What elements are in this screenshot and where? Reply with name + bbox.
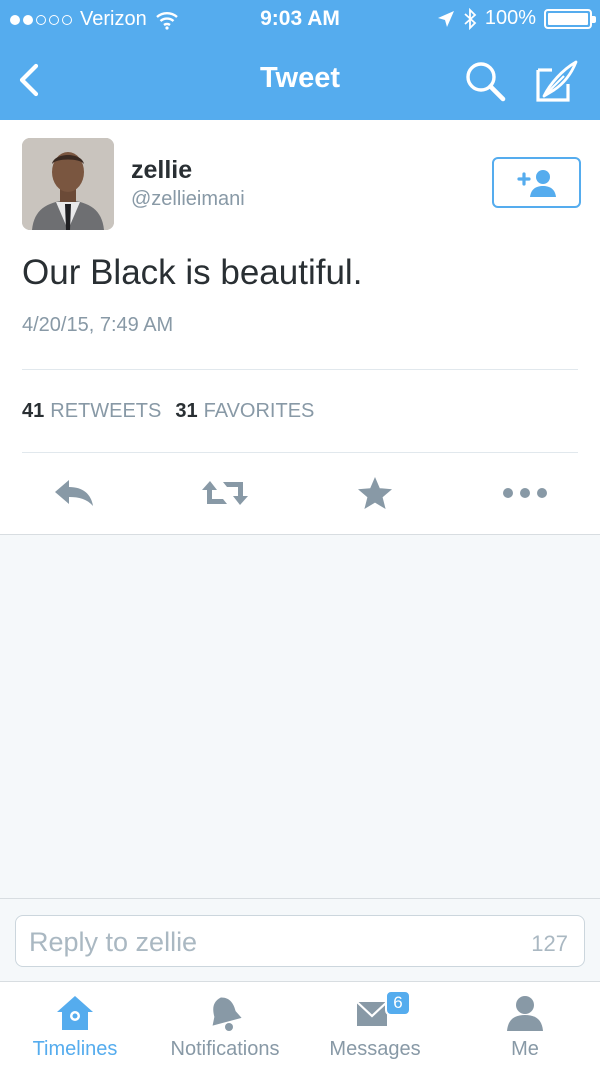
retweets-label: RETWEETS [50, 400, 162, 422]
favorites-count: 31 [175, 400, 198, 422]
divider [22, 452, 578, 453]
reply-placeholder: Reply to zellie [29, 927, 198, 957]
tweet-stats: 41 RETWEETS 31 FAVORITES [22, 400, 314, 423]
tab-bar: Timelines Notifications 6 Messages Me [0, 981, 600, 1065]
battery-icon [544, 8, 596, 29]
bluetooth-icon [464, 7, 477, 30]
divider [22, 369, 578, 370]
tweet-actions [0, 470, 600, 516]
location-arrow-icon [437, 10, 454, 27]
more-button[interactable] [500, 470, 550, 516]
tweet-text: Our Black is beautiful. [22, 253, 363, 292]
favorite-icon [358, 477, 392, 509]
page-title: Tweet [259, 62, 341, 94]
tab-label: Me [511, 1038, 539, 1060]
battery-percent: 100% [484, 7, 536, 29]
more-icon [503, 488, 547, 498]
favorites-stat[interactable]: 31 FAVORITES [175, 400, 314, 423]
tab-notifications[interactable]: Notifications [150, 982, 300, 1065]
retweets-stat[interactable]: 41 RETWEETS [22, 400, 161, 423]
compose-icon[interactable] [530, 56, 580, 106]
retweet-icon [202, 481, 248, 505]
author-name[interactable]: zellie [131, 156, 192, 185]
person-icon [507, 996, 543, 1031]
home-icon [57, 996, 93, 1030]
tab-messages[interactable]: 6 Messages [300, 982, 450, 1065]
retweets-count: 41 [22, 400, 45, 422]
retweet-button[interactable] [200, 470, 250, 516]
follow-button[interactable] [492, 157, 581, 208]
status-right: 100% [437, 7, 596, 30]
char-count: 127 [531, 931, 568, 956]
tweet-detail: zellie @zellieimani Our Black is beautif… [0, 120, 600, 535]
reply-bar: Reply to zellie 127 [0, 898, 600, 981]
add-user-icon [516, 169, 556, 197]
tab-me[interactable]: Me [450, 982, 600, 1065]
tab-label: Timelines [32, 1038, 118, 1060]
bell-icon [212, 997, 242, 1031]
tab-label: Messages [329, 1038, 421, 1060]
tab-timelines[interactable]: Timelines [0, 982, 150, 1065]
reply-input[interactable]: Reply to zellie 127 [15, 915, 585, 967]
reply-button[interactable] [50, 470, 100, 516]
reply-icon [55, 480, 93, 506]
avatar[interactable] [22, 138, 114, 230]
search-icon[interactable] [462, 58, 508, 104]
nav-bar: Tweet [0, 40, 600, 120]
app-header: Verizon 9:03 AM 100% Tweet [0, 0, 600, 120]
tweet-timestamp: 4/20/15, 7:49 AM [22, 314, 174, 336]
status-bar: Verizon 9:03 AM 100% [0, 0, 600, 40]
favorites-label: FAVORITES [203, 400, 315, 422]
messages-badge: 6 [385, 990, 411, 1016]
tab-label: Notifications [170, 1038, 280, 1060]
author-handle[interactable]: @zellieimani [131, 188, 245, 211]
favorite-button[interactable] [350, 470, 400, 516]
